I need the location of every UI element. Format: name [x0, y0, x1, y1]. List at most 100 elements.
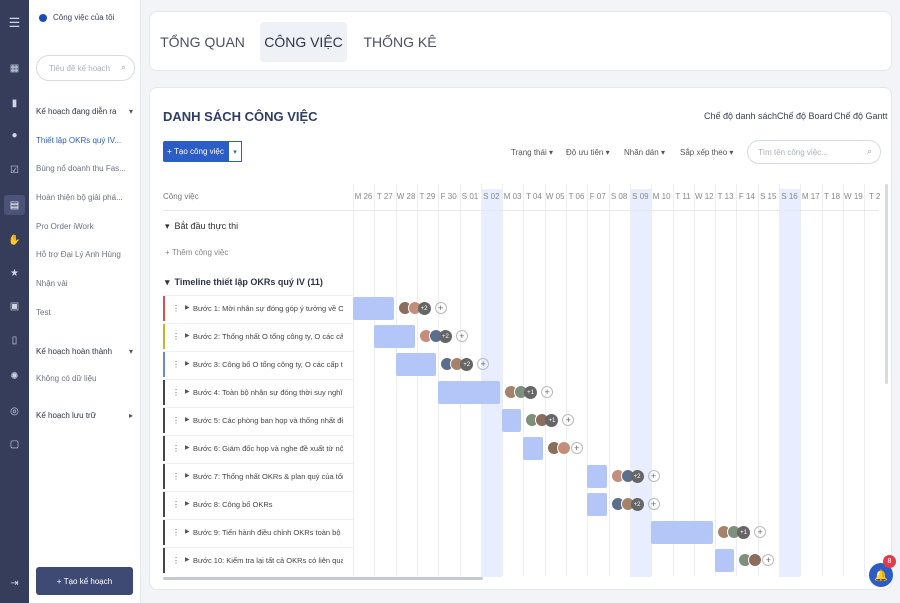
expand-arrow-icon[interactable]: ▶: [185, 416, 190, 423]
task-title[interactable]: Bước 1: Mời nhân sự đóng góp ý tưởng về …: [193, 304, 343, 313]
horizontal-scrollbar[interactable]: [163, 577, 483, 580]
checklist-icon[interactable]: ☑: [4, 160, 25, 180]
tab-tasks[interactable]: CÔNG VIỆC: [260, 22, 347, 62]
expand-arrow-icon[interactable]: ▶: [185, 360, 190, 367]
expand-arrow-icon[interactable]: ▶: [185, 444, 190, 451]
plan-item[interactable]: Test: [36, 308, 131, 317]
task-title[interactable]: Bước 3: Công bố O tổng công ty, O các cấ…: [193, 360, 343, 369]
task-row[interactable]: ⋮ ▶ Bước 9: Tiến hành điều chỉnh OKRs toàn…: [163, 519, 353, 545]
add-assignee-icon[interactable]: +: [647, 498, 660, 510]
task-row[interactable]: ⋮ ▶ Bước 2: Thống nhất O tổng công ty, O c…: [163, 323, 353, 349]
expand-arrow-icon[interactable]: ▶: [185, 388, 190, 395]
target-icon[interactable]: ◎: [4, 401, 25, 421]
expand-arrow-icon[interactable]: ▶: [185, 528, 190, 535]
add-assignee-icon[interactable]: +: [562, 414, 575, 426]
task-title[interactable]: Bước 4: Toàn bộ nhân sự đóng thời suy ng…: [193, 388, 343, 397]
avatar[interactable]: [556, 441, 571, 455]
task-row[interactable]: ⋮ ▶ Bước 8: Công bố OKRs: [163, 491, 353, 517]
assignee-count[interactable]: +1: [524, 386, 538, 399]
assignee-count[interactable]: +2: [630, 498, 644, 511]
expand-arrow-icon[interactable]: ▶: [185, 556, 190, 563]
add-task-link[interactable]: + Thêm công việc: [165, 248, 228, 257]
plan-item[interactable]: Nhận vải: [36, 279, 131, 288]
add-assignee-icon[interactable]: +: [570, 442, 583, 454]
hand-icon[interactable]: ✋: [4, 230, 25, 250]
bag-icon[interactable]: ▣: [4, 296, 25, 316]
plan-item[interactable]: Thiết lập OKRs quý IV...: [36, 136, 131, 145]
drag-handle-icon[interactable]: ⋮: [172, 528, 180, 537]
add-assignee-icon[interactable]: +: [455, 330, 468, 342]
logout-icon[interactable]: ⇥: [4, 573, 25, 593]
dashboard-icon[interactable]: ▦: [4, 58, 25, 78]
task-timeline-bar[interactable]: [715, 549, 735, 572]
vertical-scrollbar[interactable]: [885, 184, 888, 384]
users-icon[interactable]: ●: [4, 125, 25, 145]
sidebar-title[interactable]: Công việc của tôi: [39, 13, 114, 22]
star-icon[interactable]: ★: [4, 263, 25, 283]
task-row[interactable]: ⋮ ▶ Bước 7: Thống nhất OKRs & plan quý của…: [163, 463, 353, 489]
expand-arrow-icon[interactable]: ▶: [185, 500, 190, 507]
new-task-dropdown[interactable]: ▾: [228, 141, 242, 162]
drag-handle-icon[interactable]: ⋮: [172, 360, 180, 369]
task-row[interactable]: ⋮ ▶ Bước 5: Các phòng ban họp và thống nhấ…: [163, 407, 353, 433]
notification-button[interactable]: 🔔 8: [869, 555, 896, 587]
task-timeline-bar[interactable]: [502, 409, 522, 432]
plan-item[interactable]: Hỗ trợ Đại Lý Anh Hùng: [36, 250, 131, 259]
drag-handle-icon[interactable]: ⋮: [172, 472, 180, 481]
task-row[interactable]: ⋮ ▶ Bước 10: Kiểm tra lại tất cả OKRs có l…: [163, 547, 353, 573]
expand-arrow-icon[interactable]: ▶: [185, 304, 190, 311]
task-title[interactable]: Bước 2: Thống nhất O tổng công ty, O các…: [193, 332, 343, 341]
view-board-link[interactable]: Chế độ Board: [777, 111, 833, 121]
filter-label[interactable]: Nhãn dán ▾: [624, 148, 665, 157]
tab-overview[interactable]: TỔNG QUAN: [160, 22, 245, 62]
group-archived[interactable]: Kế hoạch lưu trữ ▸: [36, 411, 133, 420]
plan-item[interactable]: Bùng nổ doanh thu Fas...: [36, 164, 131, 173]
plan-search-input[interactable]: Tiêu đề kế hoạch ⌕: [36, 55, 135, 81]
drag-handle-icon[interactable]: ⋮: [172, 500, 180, 509]
add-assignee-icon[interactable]: +: [541, 386, 554, 398]
task-title[interactable]: Bước 6: Giám đốc họp và nghe đề xuất từ …: [193, 444, 343, 453]
filter-priority[interactable]: Độ ưu tiên ▾: [566, 148, 610, 157]
task-timeline-bar[interactable]: [587, 493, 607, 516]
task-row[interactable]: ⋮ ▶ Bước 4: Toàn bộ nhân sự đóng thời suy …: [163, 379, 353, 405]
drag-handle-icon[interactable]: ⋮: [172, 416, 180, 425]
view-gantt-link[interactable]: Chế độ Gantt: [834, 111, 888, 121]
filter-status[interactable]: Trạng thái ▾: [511, 148, 553, 157]
add-assignee-icon[interactable]: +: [647, 470, 660, 482]
new-plan-button[interactable]: + Tạo kế hoạch: [36, 567, 133, 595]
drag-handle-icon[interactable]: ⋮: [172, 444, 180, 453]
add-assignee-icon[interactable]: +: [754, 526, 767, 538]
plan-item[interactable]: Hoàn thiện bộ giải phá...: [36, 193, 131, 202]
assignee-count[interactable]: +2: [438, 330, 452, 343]
assignee-count[interactable]: +2: [417, 302, 431, 315]
section-timeline[interactable]: ▾ Timeline thiết lập OKRs quý IV (11): [165, 277, 323, 288]
assignee-count[interactable]: +1: [545, 414, 559, 427]
book-icon[interactable]: ▯: [4, 330, 25, 350]
menu-icon[interactable]: ☰: [4, 13, 25, 33]
task-timeline-bar[interactable]: [587, 465, 607, 488]
tasks-icon[interactable]: ▤: [4, 195, 25, 215]
task-timeline-bar[interactable]: [353, 297, 394, 320]
task-title[interactable]: Bước 5: Các phòng ban họp và thống nhất …: [193, 416, 343, 425]
plan-item[interactable]: Pro Order iWork: [36, 222, 131, 231]
task-row[interactable]: ⋮ ▶ Bước 1: Mời nhân sự đóng góp ý tưởng v…: [163, 295, 353, 321]
group-completed[interactable]: Kế hoạch hoàn thành ▾: [36, 347, 133, 356]
assignee-count[interactable]: +2: [460, 358, 474, 371]
chart-icon[interactable]: ▮: [4, 93, 25, 113]
drag-handle-icon[interactable]: ⋮: [172, 304, 180, 313]
drag-handle-icon[interactable]: ⋮: [172, 388, 180, 397]
task-timeline-bar[interactable]: [438, 381, 501, 404]
task-timeline-bar[interactable]: [395, 353, 437, 376]
task-row[interactable]: ⋮ ▶ Bước 6: Giám đốc họp và nghe đề xuất t…: [163, 435, 353, 461]
tab-statistics[interactable]: THỐNG KÊ: [362, 22, 438, 62]
avatar[interactable]: [748, 553, 763, 567]
task-title[interactable]: Bước 7: Thống nhất OKRs & plan quý của t…: [193, 472, 343, 481]
task-row[interactable]: ⋮ ▶ Bước 3: Công bố O tổng công ty, O các …: [163, 351, 353, 377]
assignee-count[interactable]: +1: [737, 526, 751, 539]
new-task-button[interactable]: + Tạo công việc: [163, 141, 228, 162]
task-title[interactable]: Bước 8: Công bố OKRs: [193, 500, 343, 509]
expand-arrow-icon[interactable]: ▶: [185, 472, 190, 479]
drag-handle-icon[interactable]: ⋮: [172, 332, 180, 341]
expand-arrow-icon[interactable]: ▶: [185, 332, 190, 339]
gear-icon[interactable]: ✺: [4, 366, 25, 386]
